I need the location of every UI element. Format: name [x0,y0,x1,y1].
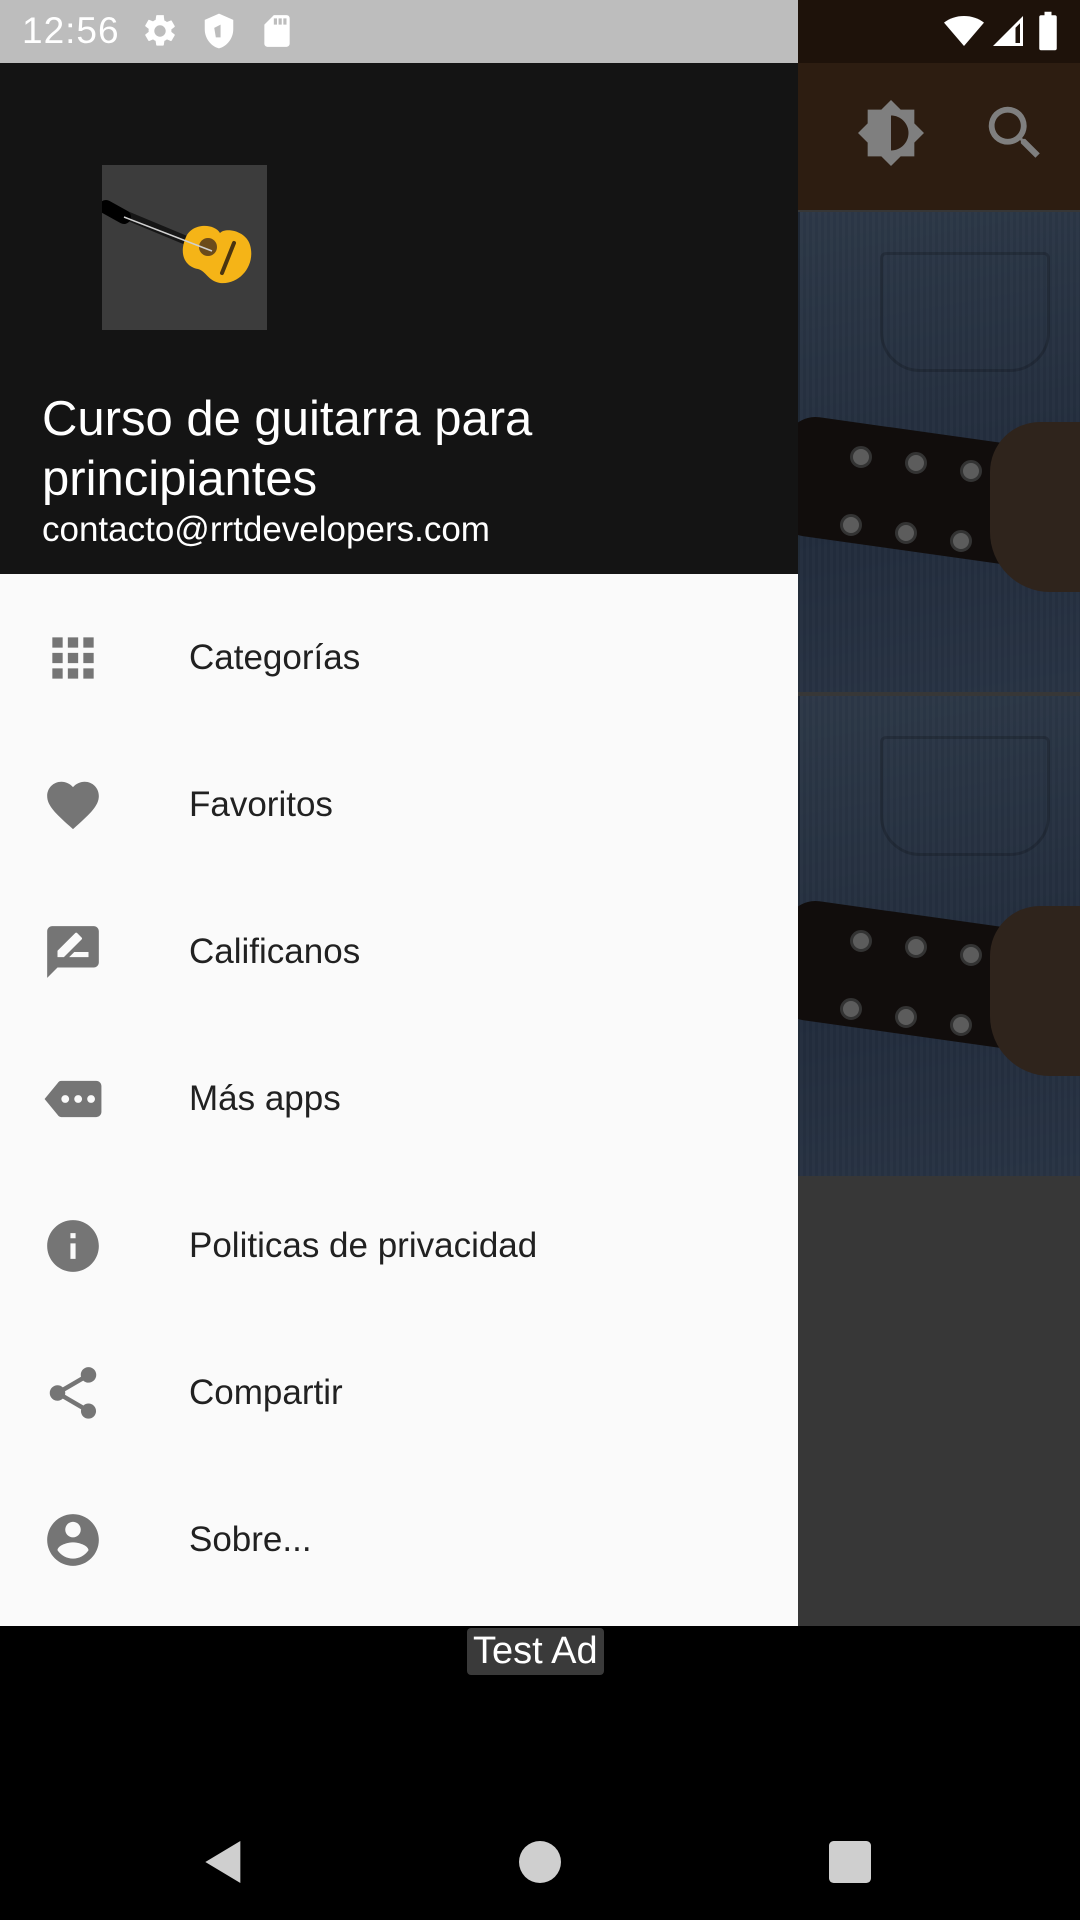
menu-item-calificanos[interactable]: Calificanos [0,878,798,1025]
menu-item-label: Calificanos [189,931,361,971]
menu-item-label: Favoritos [189,784,333,824]
more-apps-icon [42,1068,104,1130]
grid-icon [42,627,104,689]
app-logo [102,165,267,330]
drawer-title: Curso de guitarra para principiantes [42,392,533,506]
menu-item-label: Categorías [189,637,361,677]
status-bar: 12:56 [0,0,798,63]
menu-item-compartir[interactable]: Compartir [0,1319,798,1466]
drawer-menu: Categorías Favoritos Calificanos Más app… [0,584,798,1613]
account-circle-icon [42,1509,104,1571]
menu-item-privacidad[interactable]: Politicas de privacidad [0,1172,798,1319]
menu-item-label: Politicas de privacidad [189,1225,538,1265]
menu-item-label: Más apps [189,1078,341,1118]
rate-review-icon [42,921,104,983]
heart-icon [42,774,104,836]
battery-icon [1036,10,1060,52]
home-icon[interactable] [512,1834,568,1890]
menu-item-mas-apps[interactable]: Más apps [0,1025,798,1172]
menu-item-label: Compartir [189,1372,343,1412]
navigation-drawer: Curso de guitarra para principiantes con… [0,63,798,1626]
wifi-icon [944,10,984,52]
shield-icon [200,12,238,50]
menu-item-categorias[interactable]: Categorías [0,584,798,731]
gear-icon [141,12,179,50]
share-icon [42,1362,104,1424]
menu-item-sobre[interactable]: Sobre... [0,1466,798,1613]
sd-card-icon [258,12,296,50]
back-icon[interactable] [196,1834,252,1890]
recents-icon[interactable] [822,1834,878,1890]
screen: 12:56 Curso de guitarra para principiant… [0,0,1080,1920]
drawer-email: contacto@rrtdevelopers.com [42,510,490,549]
drawer-header: Curso de guitarra para principiantes con… [0,63,798,574]
menu-item-favoritos[interactable]: Favoritos [0,731,798,878]
ad-label[interactable]: Test Ad [467,1628,604,1675]
status-time: 12:56 [22,10,120,51]
signal-icon [990,10,1026,52]
menu-item-label: Sobre... [189,1519,312,1559]
info-icon [42,1215,104,1277]
